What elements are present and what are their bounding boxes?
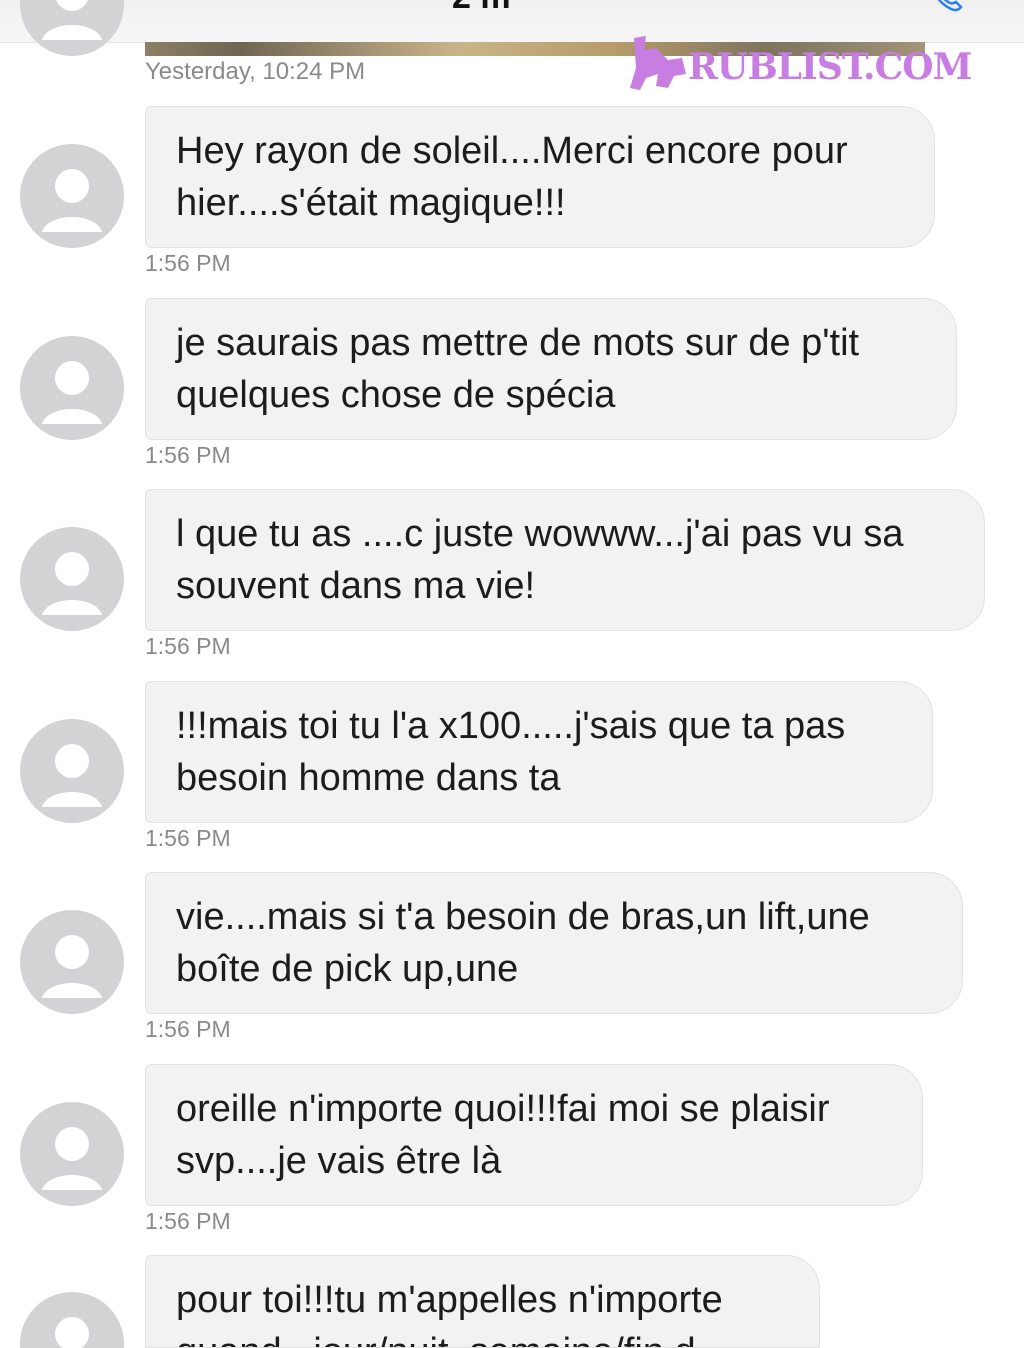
message-text: l que tu as ....c juste wowww...j'ai pas… <box>176 513 904 607</box>
contact-avatar <box>20 0 124 56</box>
message-timestamp: 1:56 PM <box>145 633 231 659</box>
message-bubble[interactable]: je saurais pas mettre de mots sur de p't… <box>145 298 957 440</box>
message-text: pour toi!!!tu m'appelles n'importe quand… <box>176 1279 723 1347</box>
message-bubble[interactable]: vie....mais si t'a besoin de bras,un lif… <box>145 872 963 1014</box>
message-bubble[interactable]: oreille n'importe quoi!!!fai moi se plai… <box>145 1064 923 1206</box>
date-stamp: Yesterday, 10:24 PM <box>145 58 366 85</box>
contact-avatar <box>20 1292 124 1348</box>
message-text: vie....mais si t'a besoin de bras,un lif… <box>176 896 870 990</box>
contact-title[interactable]: 2 m <box>452 0 511 17</box>
message-bubble[interactable]: Hey rayon de soleil....Merci encore pour… <box>145 106 935 248</box>
message-bubble[interactable]: pour toi!!!tu m'appelles n'importe quand… <box>145 1255 820 1348</box>
contact-avatar <box>20 527 124 631</box>
message-text: oreille n'importe quoi!!!fai moi se plai… <box>176 1088 830 1182</box>
message-timestamp: 1:56 PM <box>145 1016 231 1042</box>
watermark-figure-icon <box>630 36 686 90</box>
contact-avatar <box>20 144 124 248</box>
message-timestamp: 1:56 PM <box>145 1208 231 1234</box>
message-text: je saurais pas mettre de mots sur de p't… <box>176 322 860 416</box>
message-text: Hey rayon de soleil....Merci encore pour… <box>176 130 848 224</box>
message-bubble[interactable]: !!!mais toi tu l'a x100.....j'sais que t… <box>145 681 933 823</box>
phone-icon[interactable] <box>928 0 964 14</box>
contact-avatar <box>20 336 124 440</box>
message-timestamp: 1:56 PM <box>145 825 231 851</box>
watermark-logo: RUBLIST.COM <box>628 34 972 92</box>
watermark-text: RUBLIST.COM <box>688 46 972 88</box>
contact-avatar <box>20 1102 124 1206</box>
contact-avatar <box>20 910 124 1014</box>
message-timestamp: 1:56 PM <box>145 250 231 276</box>
contact-avatar <box>20 719 124 823</box>
message-text: !!!mais toi tu l'a x100.....j'sais que t… <box>176 705 846 799</box>
message-bubble[interactable]: l que tu as ....c juste wowww...j'ai pas… <box>145 489 985 631</box>
message-timestamp: 1:56 PM <box>145 442 231 468</box>
